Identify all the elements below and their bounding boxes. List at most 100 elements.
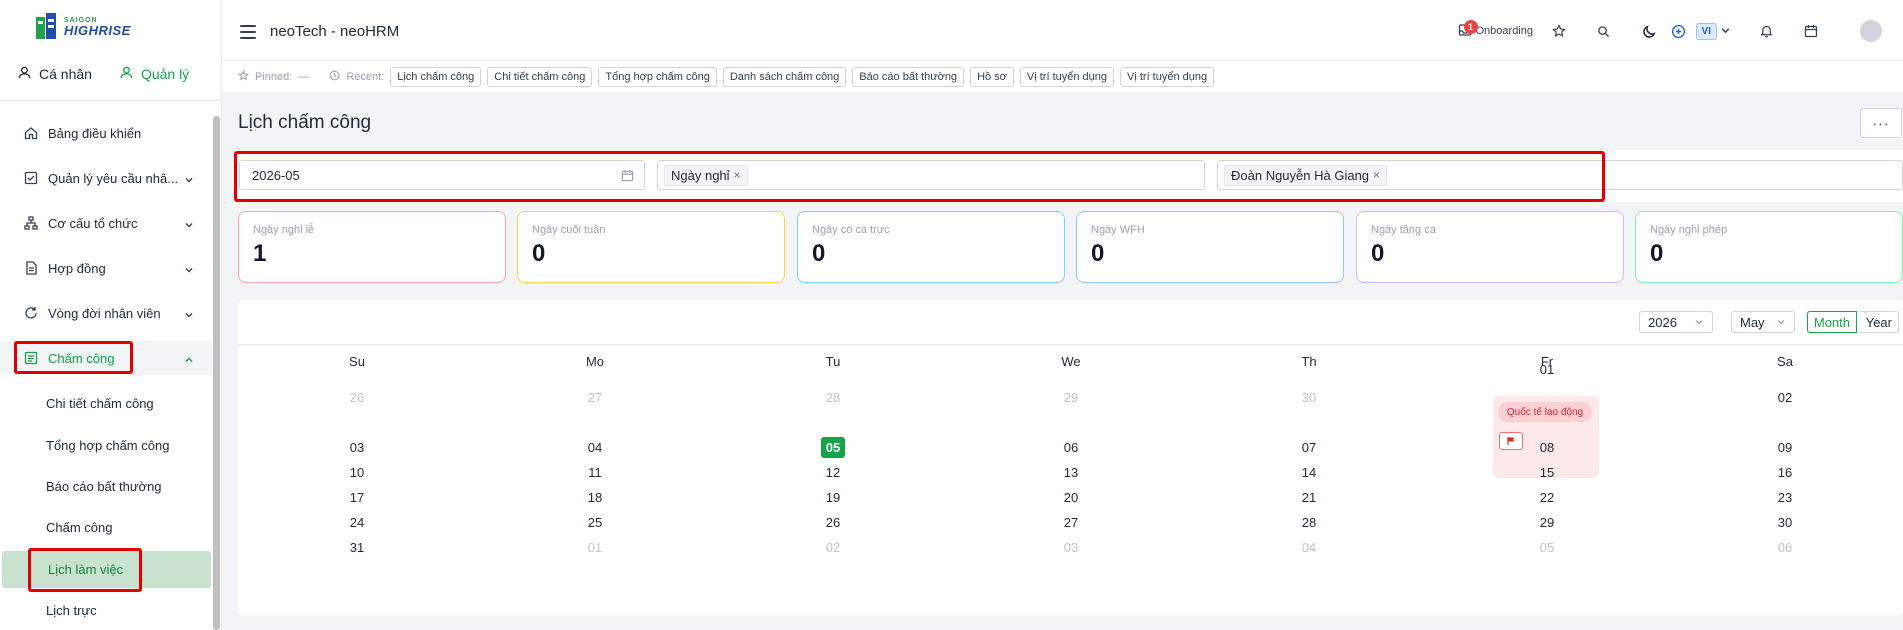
tab-personal-label: Cá nhân	[39, 66, 92, 82]
calendar-day[interactable]: 08	[1428, 440, 1666, 455]
recent-chip[interactable]: Hồ sơ	[970, 66, 1014, 87]
calendar-day[interactable]: 26	[714, 515, 952, 530]
dark-mode-icon[interactable]	[1642, 18, 1657, 44]
calendar-day[interactable]: 28	[714, 390, 952, 405]
recent-chip[interactable]: Chi tiết chấm công	[487, 66, 593, 87]
sidebar-subitem-duty-schedule[interactable]: Lịch trực	[0, 593, 212, 627]
sidebar-item-attendance[interactable]: Chấm công	[0, 341, 212, 375]
year-select[interactable]: 2026	[1639, 311, 1713, 333]
calendar-day[interactable]: 14	[1190, 465, 1428, 480]
day-type-tag[interactable]: Ngày nghỉ ×	[664, 164, 748, 186]
sidebar-item-requests[interactable]: Quản lý yêu cầu nhâ...	[0, 161, 212, 195]
sidebar-item-dashboard[interactable]: Bảng điều khiển	[0, 116, 212, 150]
calendar-day[interactable]: 27	[952, 515, 1190, 530]
calendar-day[interactable]: 19	[714, 490, 952, 505]
calendar-day[interactable]: 04	[1190, 540, 1428, 555]
calendar-day[interactable]: 03	[952, 540, 1190, 555]
month-select[interactable]: May	[1731, 311, 1795, 333]
bell-icon[interactable]	[1760, 18, 1773, 44]
calendar-day[interactable]: 02	[714, 540, 952, 555]
calendar-day[interactable]: 21	[1190, 490, 1428, 505]
menu-toggle-icon[interactable]	[240, 25, 256, 43]
calendar-day[interactable]: 26	[238, 390, 476, 405]
sidebar-subitem-attendance[interactable]: Chấm công	[0, 510, 212, 544]
tab-manage[interactable]: Quản lý	[120, 66, 189, 82]
calendar-day[interactable]: 13	[952, 465, 1190, 480]
calendar-day[interactable]: 11	[476, 465, 714, 480]
recent-chip[interactable]: Tổng hợp chấm công	[598, 66, 717, 87]
calendar-day[interactable]: 07	[1190, 440, 1428, 455]
search-icon[interactable]	[1597, 18, 1610, 44]
calendar-day[interactable]: 06	[1666, 540, 1903, 555]
language-select[interactable]: VI	[1695, 18, 1731, 44]
calendar-day[interactable]: 23	[1666, 490, 1903, 505]
employee-tag[interactable]: Đoàn Nguyễn Hà Giang ×	[1224, 164, 1388, 186]
calendar-day[interactable]: 12	[714, 465, 952, 480]
star-icon[interactable]	[1552, 18, 1566, 44]
calendar-icon[interactable]	[1804, 18, 1818, 44]
close-icon[interactable]: ×	[734, 168, 741, 182]
calendar-day[interactable]: 25	[476, 515, 714, 530]
notification-badge: 1	[1463, 19, 1478, 34]
calendar-day[interactable]: 29	[1428, 515, 1666, 530]
tab-personal[interactable]: Cá nhân	[18, 66, 92, 82]
onboarding-button[interactable]: 1 Onboarding	[1458, 18, 1533, 44]
sidebar-item-contract[interactable]: Hợp đồng	[0, 251, 212, 285]
recent-chip[interactable]: Báo cáo bất thường	[852, 66, 965, 87]
add-circle-icon[interactable]	[1671, 18, 1686, 44]
sidebar-item-lifecycle[interactable]: Vòng đời nhân viên	[0, 296, 212, 330]
calendar-day[interactable]: 15	[1428, 465, 1666, 480]
sidebar-item-org[interactable]: Cơ cấu tổ chức	[0, 206, 212, 240]
calendar-day[interactable]: 28	[1190, 515, 1428, 530]
calendar-day[interactable]: 03	[238, 440, 476, 455]
sidebar-item-label: Bảng điều khiển	[48, 125, 142, 141]
calendar-day[interactable]: 02	[1666, 390, 1903, 405]
holiday-label[interactable]: Quốc tế lao động	[1498, 402, 1592, 422]
calendar-day[interactable]: 30	[1666, 515, 1903, 530]
sidebar-subitem-anomaly-report[interactable]: Báo cáo bất thường	[0, 469, 212, 503]
logo[interactable]: SAIGON HIGHRISE	[34, 12, 154, 42]
chevron-down-icon	[184, 308, 194, 323]
sidebar-scrollbar[interactable]	[213, 116, 220, 630]
calendar-day[interactable]: 04	[476, 440, 714, 455]
calendar-day[interactable]: 06	[952, 440, 1190, 455]
calendar-day[interactable]: 30	[1190, 390, 1428, 405]
avatar[interactable]	[1860, 18, 1882, 44]
stat-label: Ngày có ca trực	[812, 224, 890, 236]
calendar-day[interactable]: 24	[238, 515, 476, 530]
calendar-day[interactable]: 27	[476, 390, 714, 405]
sidebar-subitem-attendance-summary[interactable]: Tổng hợp chấm công	[0, 428, 212, 462]
calendar-day[interactable]: 09	[1666, 440, 1903, 455]
sidebar-item-label: Chi tiết chấm công	[46, 395, 154, 411]
calendar-day[interactable]: 16	[1666, 465, 1903, 480]
employee-select[interactable]: Đoàn Nguyễn Hà Giang ×	[1217, 160, 1903, 190]
close-icon[interactable]: ×	[1373, 168, 1380, 182]
day-type-select[interactable]: Ngày nghỉ ×	[657, 160, 1205, 190]
calendar-day[interactable]: 18	[476, 490, 714, 505]
more-options-button[interactable]: ···	[1860, 108, 1902, 138]
calendar-day[interactable]: 05	[714, 437, 952, 458]
sidebar-subitem-work-schedule[interactable]: Lịch làm việc	[2, 551, 211, 588]
calendar-day[interactable]: 01	[1428, 362, 1666, 377]
calendar-day[interactable]: 31	[238, 540, 476, 555]
calendar-day[interactable]: 22	[1428, 490, 1666, 505]
recent-chip[interactable]: Danh sách chấm công	[722, 66, 847, 87]
calendar-day[interactable]: 10	[238, 465, 476, 480]
view-year-button[interactable]: Year	[1859, 311, 1899, 333]
calendar-day[interactable]: 05	[1428, 540, 1666, 555]
calendar-day[interactable]: 20	[952, 490, 1190, 505]
recent-chip[interactable]: Vị trí tuyển dụng	[1019, 66, 1115, 87]
month-picker[interactable]: 2026-05	[239, 160, 645, 190]
recent-chip[interactable]: Vị trí tuyển dụng	[1120, 66, 1215, 87]
calendar-day[interactable]: 01	[476, 540, 714, 555]
clock-icon	[329, 70, 340, 84]
stat-value: 0	[1091, 240, 1105, 267]
sidebar-subitem-attendance-detail[interactable]: Chi tiết chấm công	[0, 386, 212, 420]
calendar-day[interactable]: 29	[952, 390, 1190, 405]
stat-label: Ngày tăng ca	[1371, 224, 1436, 236]
recent-chip[interactable]: Lịch chấm công	[390, 66, 482, 87]
view-month-button[interactable]: Month	[1806, 311, 1857, 333]
calendar-day[interactable]: 17	[238, 490, 476, 505]
stat-value: 1	[253, 240, 267, 267]
sidebar-item-label: Lịch làm việc	[48, 562, 124, 577]
